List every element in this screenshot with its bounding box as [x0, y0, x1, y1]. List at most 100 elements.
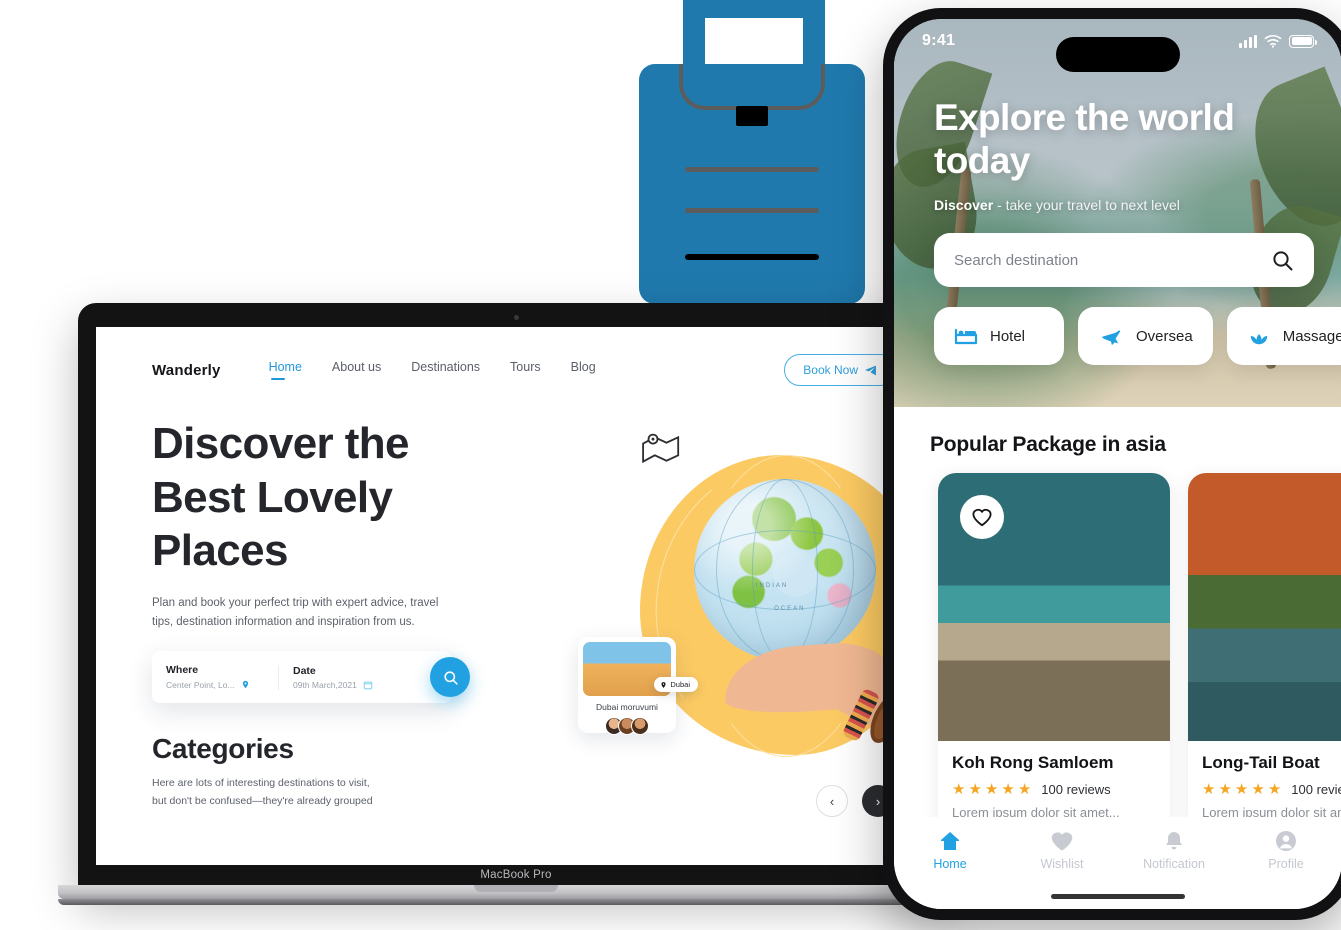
- cellular-signal-icon: [1239, 34, 1257, 48]
- categories-desc-line1: Here are lots of interesting destination…: [152, 777, 370, 790]
- star-icon: ★: [1001, 781, 1015, 798]
- status-bar: 9:41: [894, 19, 1341, 63]
- where-field[interactable]: Where Center Point, Lo...: [152, 664, 278, 690]
- airplane-icon: [1101, 330, 1121, 346]
- tab-notification-label: Notification: [1143, 857, 1205, 871]
- search-icon: [443, 671, 458, 685]
- globe-ocean-label-1: INDIAN: [755, 582, 789, 589]
- nav-item-about-us[interactable]: About us: [332, 360, 381, 380]
- phone-hero-title: Explore the world today: [934, 97, 1314, 183]
- lotus-icon: [1250, 334, 1267, 345]
- search-icon[interactable]: [1270, 248, 1294, 272]
- phone-hero-subtitle-bold: Discover: [934, 196, 994, 213]
- site-navbar: Wanderly Home About us Destinations Tour…: [96, 327, 936, 393]
- chip-oversea-label: Oversea: [1136, 327, 1193, 345]
- package-reviews: 100 reviews: [1041, 781, 1111, 797]
- star-icon: ★: [1251, 781, 1265, 798]
- nav-item-destinations[interactable]: Destinations: [411, 360, 480, 380]
- macbook-base-notch: [474, 885, 558, 892]
- location-pin-icon: [242, 681, 248, 689]
- star-icon: ★: [1218, 781, 1232, 798]
- categories-desc-line2: but don't be confused—they're already gr…: [152, 795, 373, 808]
- date-label: Date: [293, 664, 316, 677]
- phone-category-chips: Hotel Oversea Massage: [934, 307, 1341, 365]
- hero-title-line3: Places: [152, 526, 288, 576]
- package-rating: ★ ★ ★ ★ ★ 100 reviews: [952, 780, 1156, 798]
- hero-title: Discover the Best Lovely Places: [152, 417, 492, 578]
- chip-hotel-label: Hotel: [990, 327, 1026, 345]
- star-icon: ★: [952, 781, 966, 798]
- wifi-icon: [1264, 34, 1282, 48]
- tab-home-label: Home: [933, 857, 967, 871]
- book-now-label: Book Now: [803, 363, 858, 377]
- webcam-icon: [513, 315, 519, 320]
- tab-notification[interactable]: Notification: [1118, 829, 1230, 871]
- battery-icon: [1289, 34, 1317, 48]
- hero-title-line1: Discover the: [152, 419, 410, 468]
- nav-item-home[interactable]: Home: [269, 360, 302, 380]
- iphone-screen: 9:41 Explore the world today Discover - …: [894, 19, 1341, 909]
- phone-hero-title-line2: today: [934, 139, 1030, 181]
- star-icon: ★: [1267, 781, 1282, 798]
- hero-title-line2: Best Lovely: [152, 472, 393, 522]
- folded-map-icon: [642, 433, 680, 464]
- date-value: 09th March,2021: [293, 679, 357, 690]
- tab-home[interactable]: Home: [894, 829, 1006, 871]
- heart-icon: [1051, 832, 1073, 851]
- star-icon: ★: [1234, 781, 1249, 798]
- nav-item-tours[interactable]: Tours: [510, 360, 541, 380]
- phone-search-placeholder: Search destination: [954, 251, 1079, 269]
- suitcase-strap-2: [685, 208, 819, 213]
- chip-oversea[interactable]: Oversea: [1078, 307, 1213, 365]
- hero-paragraph: Plan and book your perfect trip with exp…: [152, 597, 439, 628]
- status-time: 9:41: [922, 32, 956, 49]
- trip-search-bar: Where Center Point, Lo... Date 09th Marc…: [152, 651, 470, 704]
- inflatable-globe: INDIAN OCEAN: [694, 479, 876, 661]
- suitcase-strap-3: [685, 254, 819, 260]
- suitcase-strap-1: [685, 167, 819, 172]
- star-icon: ★: [1017, 781, 1032, 798]
- globe-ocean-label-2: OCEAN: [774, 606, 806, 613]
- package-card[interactable]: Long-Tail Boat ★ ★ ★ ★ ★ 100 reviews Lor…: [1188, 473, 1341, 836]
- website-page: Wanderly Home About us Destinations Tour…: [96, 327, 936, 865]
- star-icon: ★: [984, 781, 999, 798]
- favorite-button[interactable]: [960, 495, 1004, 539]
- bed-icon: [954, 328, 978, 345]
- tab-wishlist-label: Wishlist: [1040, 857, 1084, 871]
- chip-hotel[interactable]: Hotel: [934, 307, 1064, 365]
- dubai-destination-card[interactable]: Dubai Dubai moruvumi: [578, 637, 698, 735]
- where-label: Where: [166, 664, 199, 677]
- phone-search-input[interactable]: Search destination: [934, 233, 1314, 287]
- book-now-button[interactable]: Book Now: [784, 354, 896, 386]
- suitcase-lock: [736, 106, 768, 126]
- search-submit-button[interactable]: [430, 657, 470, 698]
- bell-icon: [1166, 832, 1182, 850]
- package-card[interactable]: Koh Rong Samloem ★ ★ ★ ★ ★ 100 reviews L…: [938, 473, 1170, 836]
- phone-hero-subtitle-rest: - take your travel to next level: [993, 196, 1180, 213]
- tab-wishlist[interactable]: Wishlist: [1006, 829, 1118, 871]
- package-reviews: 100 reviews: [1291, 781, 1341, 797]
- bottom-tab-bar: Home Wishlist Notification Profile: [894, 817, 1341, 909]
- person-icon: [1276, 831, 1296, 851]
- iphone-mockup: 9:41 Explore the world today Discover - …: [883, 8, 1341, 920]
- macbook-screen: Wanderly Home About us Destinations Tour…: [96, 327, 936, 865]
- status-icons: [1239, 34, 1317, 48]
- package-title: Koh Rong Samloem: [952, 753, 1114, 772]
- dubai-location-badge: Dubai: [654, 677, 698, 692]
- macbook-lid: Wanderly Home About us Destinations Tour…: [78, 303, 954, 891]
- site-logo[interactable]: Wanderly: [152, 362, 221, 379]
- paper-plane-icon: [865, 365, 876, 375]
- chip-massage[interactable]: Massage: [1226, 307, 1341, 365]
- nav-item-blog[interactable]: Blog: [571, 360, 596, 380]
- package-card-list: Koh Rong Samloem ★ ★ ★ ★ ★ 100 reviews L…: [894, 457, 1341, 836]
- date-field[interactable]: Date 09th March,2021: [278, 664, 404, 690]
- dubai-card-title: Dubai moruvumi: [596, 702, 658, 712]
- heart-icon: [972, 508, 992, 527]
- package-rating: ★ ★ ★ ★ ★ 100 reviews: [1202, 780, 1341, 798]
- tab-profile[interactable]: Profile: [1230, 829, 1341, 871]
- macbook-base-shadow: [58, 899, 974, 905]
- dubai-badge-label: Dubai: [670, 680, 690, 689]
- suitcase-illustration: [639, 0, 865, 304]
- tab-profile-label: Profile: [1268, 857, 1304, 871]
- home-indicator: [1051, 894, 1185, 899]
